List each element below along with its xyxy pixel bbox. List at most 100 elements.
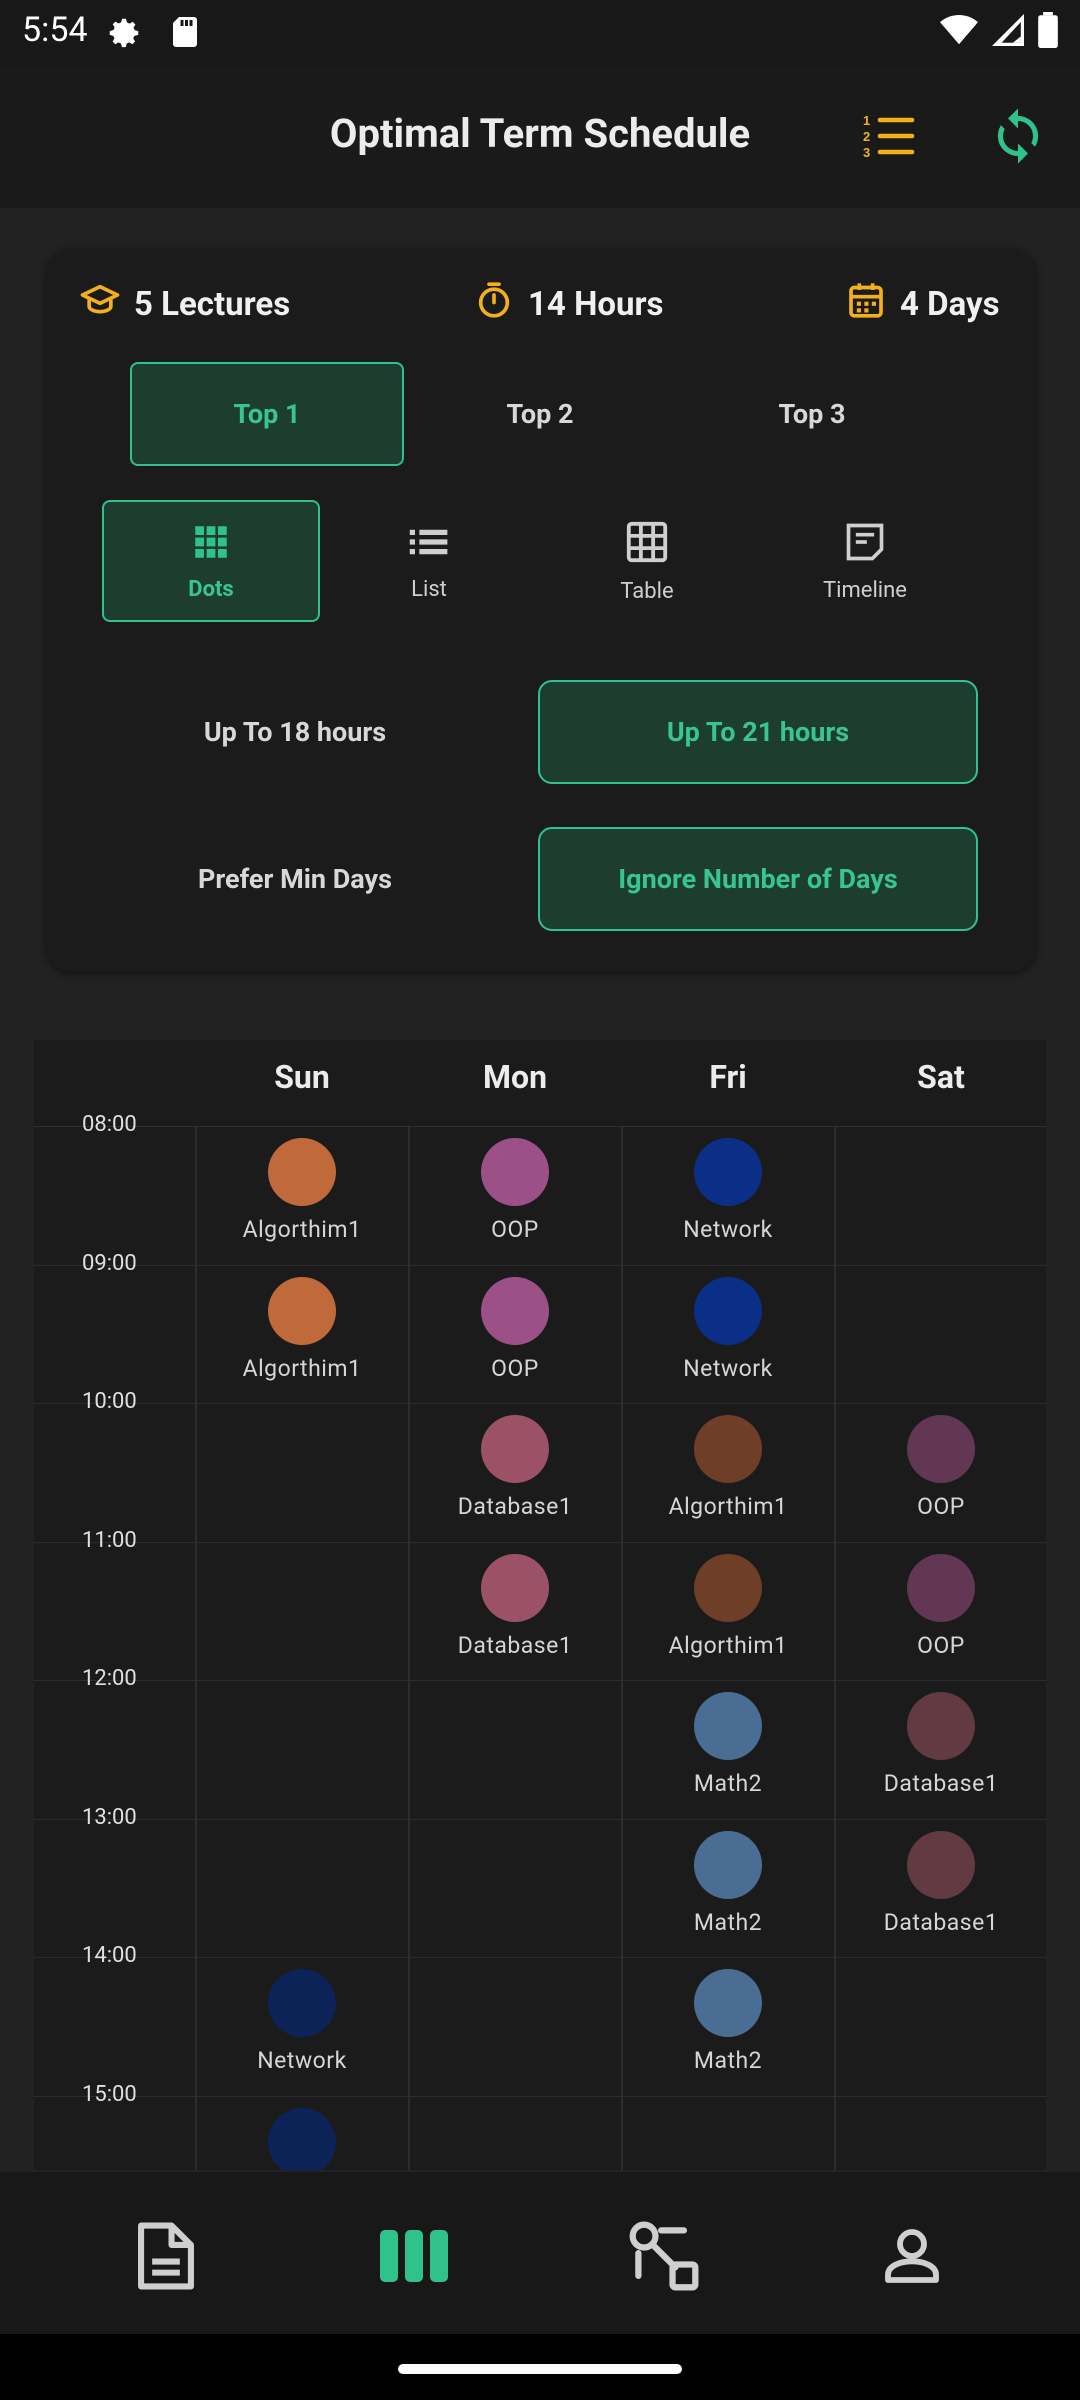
bottom-navigation — [0, 2172, 1080, 2334]
lecture-label: Network — [683, 1354, 773, 1382]
lecture-dot — [694, 1830, 762, 1899]
hours-stat: 14 Hours — [474, 280, 664, 329]
lecture-cell[interactable]: Database1 — [409, 1542, 621, 1680]
time-label: 10:00 — [82, 1389, 137, 1414]
numbered-list-icon[interactable]: 123 — [858, 106, 918, 166]
lecture-cell[interactable]: OOP — [835, 1542, 1046, 1680]
lecture-cell[interactable]: Database1 — [835, 1680, 1046, 1818]
svg-text:1: 1 — [863, 113, 870, 128]
lecture-label: OOP — [917, 1631, 965, 1659]
lecture-label: Database1 — [883, 1908, 999, 1936]
lecture-cell[interactable]: OOP — [409, 1126, 621, 1264]
lecture-dot — [694, 1138, 762, 1206]
gesture-handle[interactable] — [398, 2364, 682, 2374]
lecture-dot — [694, 1969, 762, 2037]
lecture-label: Algorthim1 — [668, 1631, 788, 1659]
lecture-cell[interactable]: Math2 — [622, 1957, 834, 2095]
view-mode-timeline[interactable]: Timeline — [756, 500, 974, 622]
lecture-label: Algorthim1 — [242, 1216, 362, 1243]
lecture-cell[interactable]: OOP — [409, 1265, 621, 1403]
time-label: 11:00 — [82, 1527, 137, 1553]
lecture-cell[interactable]: OOP — [835, 1403, 1046, 1541]
lecture-dot — [268, 1276, 336, 1345]
day-header-fri: Fri — [709, 1058, 747, 1096]
lecture-cell[interactable]: Algorthim1 — [196, 1126, 408, 1264]
lecture-cell[interactable]: Database1 — [409, 1403, 621, 1541]
nav-schedule[interactable] — [374, 2218, 454, 2298]
lecture-label: Network — [257, 2047, 347, 2074]
refresh-icon[interactable] — [988, 106, 1048, 166]
lecture-cell[interactable]: Math2 — [622, 1680, 834, 1818]
time-label: 12:00 — [82, 1666, 137, 1691]
view-mode-label: Table — [620, 578, 674, 604]
lecture-cell[interactable]: Algorthim1 — [196, 1265, 408, 1403]
lecture-cell[interactable]: Network — [622, 1126, 834, 1264]
lectures-count: 5 Lectures — [134, 285, 291, 324]
tab-top-1[interactable]: Top 1 — [130, 362, 404, 466]
lecture-label: Network — [683, 1216, 773, 1243]
tab-top-2[interactable]: Top 2 — [404, 362, 676, 466]
lecture-cell[interactable] — [196, 2096, 408, 2170]
grid-row-line — [34, 1957, 1046, 1958]
time-label: 13:00 — [82, 1804, 137, 1830]
hours-count: 14 Hours — [528, 285, 664, 324]
table-icon — [624, 519, 670, 571]
view-mode-label: List — [411, 576, 447, 602]
view-mode-label: Dots — [188, 576, 234, 602]
app-bar: Optimal Term Schedule 123 — [0, 66, 1080, 208]
ignore-days-option[interactable]: Ignore Number of Days — [538, 827, 978, 931]
grid-row-line — [34, 2095, 1046, 2097]
stopwatch-icon — [474, 280, 514, 329]
list-icon — [406, 521, 452, 569]
lecture-dot — [481, 1553, 549, 1622]
lecture-label: Math2 — [693, 1908, 763, 1936]
time-label: 14:00 — [82, 1943, 137, 1968]
view-mode-label: Timeline — [823, 577, 907, 603]
page-title: Optimal Term Schedule — [329, 110, 751, 157]
schedule-columns-icon — [378, 2226, 450, 2290]
svg-text:2: 2 — [863, 129, 870, 144]
hours-option-18[interactable]: Up To 18 hours — [134, 680, 456, 784]
lecture-cell[interactable]: Network — [622, 1265, 834, 1403]
nav-route[interactable] — [624, 2218, 704, 2298]
lecture-dot — [694, 1276, 762, 1345]
summary-card: 5 Lectures 14 Hours 4 Days Top 1 Top 2 T… — [46, 248, 1036, 972]
lecture-cell[interactable]: Database1 — [835, 1819, 1046, 1957]
lecture-label: Database1 — [457, 1493, 573, 1520]
lecture-dot — [268, 1969, 336, 2037]
lecture-label: Database1 — [457, 1631, 573, 1659]
prefer-min-days-option[interactable]: Prefer Min Days — [134, 827, 456, 931]
graduation-cap-icon — [80, 280, 120, 329]
day-header-mon: Mon — [482, 1058, 547, 1096]
day-header-sun: Sun — [274, 1058, 330, 1096]
lecture-label: OOP — [917, 1493, 965, 1520]
wifi-icon — [940, 13, 978, 51]
lecture-cell[interactable]: Math2 — [622, 1819, 834, 1957]
signal-icon — [992, 13, 1024, 51]
lecture-cell[interactable]: Network — [196, 1957, 408, 2095]
timeline-icon — [843, 520, 887, 570]
view-mode-dots[interactable]: Dots — [102, 500, 320, 622]
time-label: 08:00 — [82, 1112, 137, 1137]
lecture-cell[interactable]: Algorthim1 — [622, 1542, 834, 1680]
day-header-sat: Sat — [917, 1058, 965, 1096]
time-label: 09:00 — [82, 1250, 137, 1276]
nav-profile[interactable] — [872, 2218, 952, 2298]
tab-top-3[interactable]: Top 3 — [676, 362, 948, 466]
lecture-cell[interactable]: Algorthim1 — [622, 1403, 834, 1541]
nav-document[interactable] — [126, 2218, 206, 2298]
document-icon — [135, 2220, 197, 2296]
time-label: 15:00 — [82, 2081, 137, 2107]
view-mode-list[interactable]: List — [320, 500, 538, 622]
lecture-dot — [268, 2107, 336, 2170]
days-count: 4 Days — [900, 285, 1000, 324]
view-mode-table[interactable]: Table — [538, 500, 756, 622]
hours-option-21[interactable]: Up To 21 hours — [538, 680, 978, 784]
lectures-stat: 5 Lectures — [80, 280, 290, 329]
lecture-label: Database1 — [883, 1770, 999, 1797]
lecture-dot — [694, 1553, 762, 1622]
lecture-label: Algorthim1 — [242, 1354, 362, 1382]
lecture-dot — [481, 1138, 549, 1206]
days-stat: 4 Days — [846, 280, 1000, 329]
lecture-label: Math2 — [693, 2047, 763, 2074]
